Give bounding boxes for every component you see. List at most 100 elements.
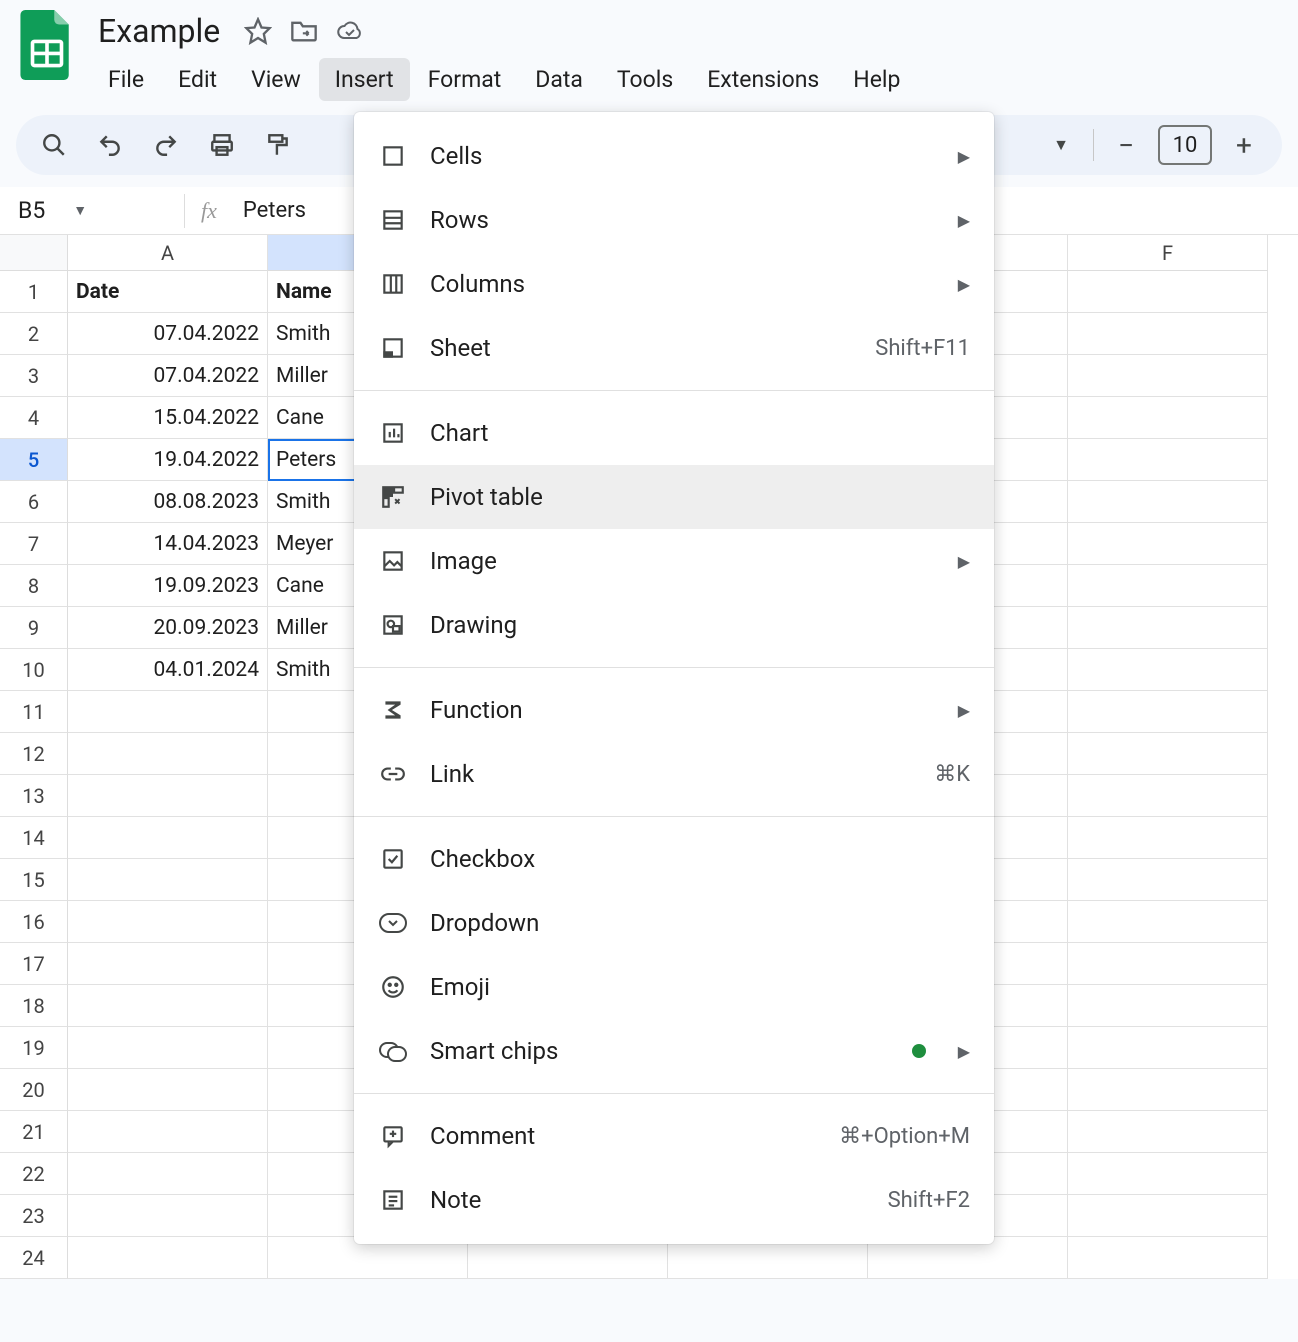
cell[interactable]: 15.04.2022 [68,397,268,439]
cell[interactable] [1068,733,1268,775]
row-header-9[interactable]: 9 [0,607,68,649]
menu-extensions[interactable]: Extensions [691,58,835,101]
cell[interactable] [1068,355,1268,397]
menu-format[interactable]: Format [412,58,518,101]
cell[interactable] [1068,1237,1268,1279]
row-header-10[interactable]: 10 [0,649,68,691]
row-header-8[interactable]: 8 [0,565,68,607]
caret-down-icon[interactable]: ▼ [1047,131,1075,159]
menu-file[interactable]: File [92,58,160,101]
row-header-17[interactable]: 17 [0,943,68,985]
cell[interactable]: 08.08.2023 [68,481,268,523]
cell[interactable]: 14.04.2023 [68,523,268,565]
row-header-21[interactable]: 21 [0,1111,68,1153]
cell[interactable] [68,985,268,1027]
menu-item-chart[interactable]: Chart [354,401,994,465]
cell[interactable]: 19.09.2023 [68,565,268,607]
cell[interactable] [1068,901,1268,943]
cell[interactable] [68,1069,268,1111]
cell[interactable] [1068,649,1268,691]
cell[interactable]: 07.04.2022 [68,313,268,355]
cell[interactable] [1068,859,1268,901]
cell[interactable]: 19.04.2022 [68,439,268,481]
cell[interactable] [68,1195,268,1237]
cell[interactable] [1068,607,1268,649]
cell[interactable] [68,733,268,775]
column-header-A[interactable]: A [68,235,268,271]
cell[interactable]: 07.04.2022 [68,355,268,397]
zoom-in-icon[interactable]: + [1230,131,1258,159]
row-header-13[interactable]: 13 [0,775,68,817]
cell[interactable] [1068,481,1268,523]
menu-item-drawing[interactable]: Drawing [354,593,994,657]
row-header-5[interactable]: 5 [0,439,68,481]
cell[interactable] [1068,775,1268,817]
menu-edit[interactable]: Edit [162,58,233,101]
row-header-3[interactable]: 3 [0,355,68,397]
menu-item-columns[interactable]: Columns▶ [354,252,994,316]
menu-help[interactable]: Help [837,58,916,101]
formula-input[interactable]: Peters [233,198,306,223]
column-header-F[interactable]: F [1068,235,1268,271]
cell[interactable] [68,775,268,817]
cell[interactable] [1068,1111,1268,1153]
menu-tools[interactable]: Tools [601,58,689,101]
cell[interactable] [1068,985,1268,1027]
document-title[interactable]: Example [92,10,226,52]
select-all-corner[interactable] [0,235,68,271]
menu-item-smart-chips[interactable]: Smart chips▶ [354,1019,994,1083]
cell[interactable] [1068,313,1268,355]
row-header-11[interactable]: 11 [0,691,68,733]
cell[interactable] [68,1153,268,1195]
row-header-23[interactable]: 23 [0,1195,68,1237]
row-header-18[interactable]: 18 [0,985,68,1027]
row-header-24[interactable]: 24 [0,1237,68,1279]
row-header-19[interactable]: 19 [0,1027,68,1069]
cell[interactable]: Date [68,271,268,313]
menu-item-pivot-table[interactable]: Pivot table [354,465,994,529]
menu-item-dropdown[interactable]: Dropdown [354,891,994,955]
cell[interactable] [68,943,268,985]
cloud-status-icon[interactable] [336,17,364,45]
move-icon[interactable] [290,17,318,45]
zoom-out-icon[interactable]: − [1112,131,1140,159]
cell[interactable] [68,859,268,901]
menu-item-note[interactable]: NoteShift+F2 [354,1168,994,1232]
row-header-22[interactable]: 22 [0,1153,68,1195]
cell[interactable] [1068,1195,1268,1237]
zoom-value[interactable]: 10 [1158,125,1212,165]
redo-icon[interactable] [152,131,180,159]
row-header-1[interactable]: 1 [0,271,68,313]
cell[interactable] [1068,1027,1268,1069]
cell[interactable] [1068,565,1268,607]
row-header-20[interactable]: 20 [0,1069,68,1111]
menu-item-link[interactable]: Link⌘K [354,742,994,806]
menu-item-cells[interactable]: Cells▶ [354,124,994,188]
paint-format-icon[interactable] [264,131,292,159]
cell[interactable] [68,691,268,733]
row-header-15[interactable]: 15 [0,859,68,901]
menu-view[interactable]: View [235,58,317,101]
row-header-7[interactable]: 7 [0,523,68,565]
cell[interactable] [1068,271,1268,313]
name-box[interactable]: B5 ▼ [18,197,168,224]
cell[interactable] [1068,439,1268,481]
cell[interactable] [68,901,268,943]
row-header-4[interactable]: 4 [0,397,68,439]
menu-item-checkbox[interactable]: Checkbox [354,827,994,891]
cell[interactable]: 04.01.2024 [68,649,268,691]
menu-item-function[interactable]: Function▶ [354,678,994,742]
cell[interactable] [1068,1153,1268,1195]
cell[interactable] [1068,817,1268,859]
row-header-2[interactable]: 2 [0,313,68,355]
row-header-16[interactable]: 16 [0,901,68,943]
row-header-6[interactable]: 6 [0,481,68,523]
cell[interactable] [68,1111,268,1153]
undo-icon[interactable] [96,131,124,159]
cell[interactable] [1068,943,1268,985]
cell[interactable] [68,1237,268,1279]
cell[interactable] [1068,1069,1268,1111]
menu-item-emoji[interactable]: Emoji [354,955,994,1019]
search-icon[interactable] [40,131,68,159]
cell[interactable]: 20.09.2023 [68,607,268,649]
